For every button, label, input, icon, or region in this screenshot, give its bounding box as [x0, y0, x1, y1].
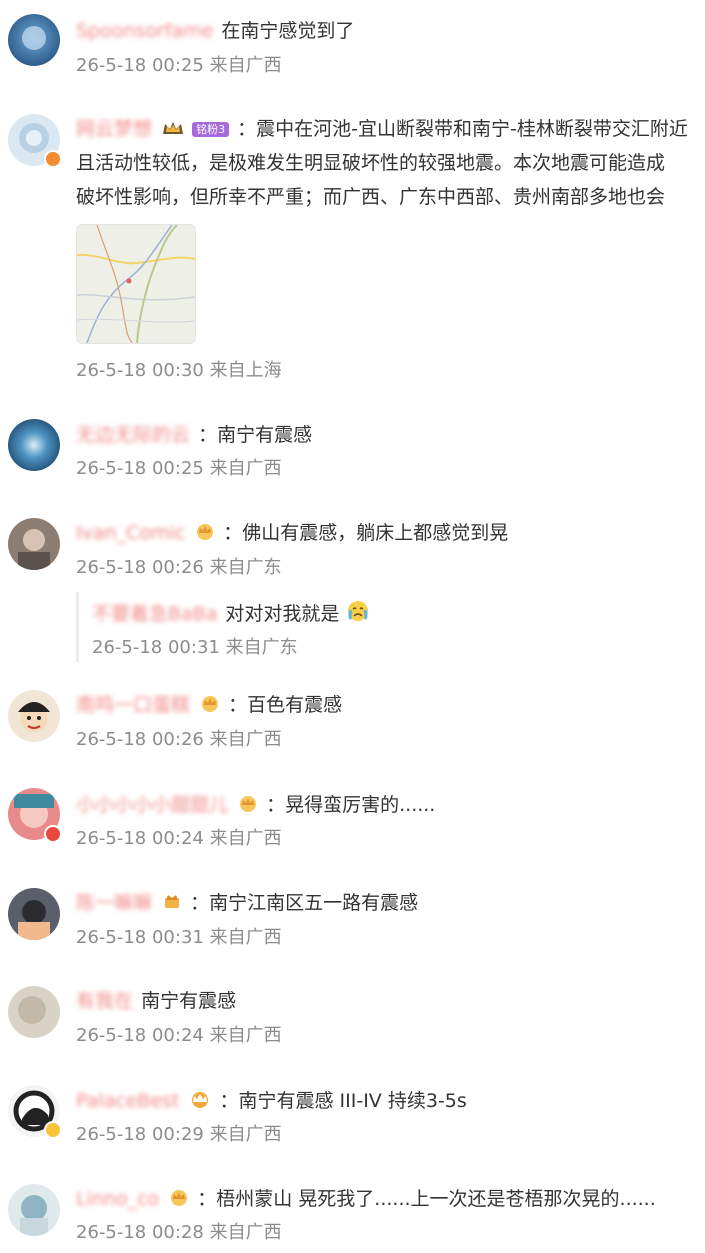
username[interactable]: 网云梦想	[76, 116, 152, 142]
comment-meta: 26-5-18 00:29 来自广西	[76, 1123, 282, 1147]
reply-username[interactable]: 不要着急BaBa	[92, 601, 217, 627]
comment-line: PalaceBest ：南宁有震感 III-IV 持续3-5s	[76, 1088, 467, 1115]
comment-meta: 26-5-18 00:30 来自上海	[76, 359, 282, 383]
comment-line: 有我在 南宁有震感	[76, 988, 236, 1014]
timestamp: 26-5-18 00:31	[92, 637, 220, 658]
comment-text: ：南宁有震感 III-IV 持续3-5s	[219, 1090, 467, 1112]
location: 来自广西	[209, 458, 282, 479]
username[interactable]: Ivan_Comic	[76, 520, 185, 546]
fan-badge: 铭粉3	[192, 122, 230, 137]
comment-line: 陈一嘛嘛 ：南宁江南区五一路有震感	[76, 890, 418, 917]
username[interactable]: PalaceBest	[76, 1088, 179, 1114]
reply-line: 不要着急BaBa 对对对我就是	[92, 600, 371, 629]
verified-badge-icon	[44, 150, 62, 168]
comment-text: 南宁有震感	[141, 990, 237, 1012]
avatar[interactable]	[8, 518, 60, 570]
comment-text: ：南宁江南区五一路有震感	[190, 892, 419, 914]
timestamp: 26-5-18 00:30	[76, 360, 204, 381]
username[interactable]: Spoonsorfame	[76, 18, 213, 44]
reply-text: 对对对我就是	[225, 603, 340, 625]
comment-text: ：震中在河池-宜山断裂带和南宁-桂林断裂带交汇附近	[237, 118, 688, 140]
crown-icon	[169, 1187, 189, 1213]
location: 来自广东	[209, 557, 282, 578]
comment-text-continued: 且活动性较低，是极难发生明显破坏性的较强地震。本次地震可能造成	[76, 152, 666, 174]
comment-meta: 26-5-18 00:25 来自广西	[76, 54, 282, 78]
username[interactable]: 有我在	[76, 988, 133, 1014]
avatar[interactable]	[8, 1184, 60, 1236]
comment-meta: 26-5-18 00:26 来自广东	[76, 556, 282, 580]
location: 来自广西	[209, 1222, 282, 1243]
timestamp: 26-5-18 00:24	[76, 828, 204, 849]
comment-meta: 26-5-18 00:24 来自广西	[76, 1024, 282, 1048]
comment-meta: 26-5-18 00:26 来自广西	[76, 728, 282, 752]
location: 来自广西	[209, 1124, 282, 1145]
comment-line: Linno_co ：梧州蒙山 晃死我了......上一次还是苍梧那次晃的....…	[76, 1186, 656, 1213]
avatar[interactable]	[8, 419, 60, 471]
avatar[interactable]	[8, 986, 60, 1038]
reply-meta: 26-5-18 00:31 来自广东	[92, 636, 298, 660]
username[interactable]: 小小小小小甜甜儿	[76, 792, 228, 818]
comment-line: 网云梦想 铭粉3 ：震中在河池-宜山断裂带和南宁-桂林断裂带交汇附近	[76, 116, 688, 143]
timestamp: 26-5-18 00:25	[76, 458, 204, 479]
location: 来自广东	[225, 637, 298, 658]
timestamp: 26-5-18 00:29	[76, 1124, 204, 1145]
comment-line: 无边无际的云 ：南宁有震感	[76, 422, 312, 448]
username[interactable]: 无边无际的云	[76, 422, 190, 448]
timestamp: 26-5-18 00:25	[76, 55, 204, 76]
location: 来自广西	[209, 1025, 282, 1046]
map-image-thumbnail[interactable]	[76, 224, 196, 344]
crown-icon	[195, 521, 215, 547]
crown-icon	[200, 693, 220, 719]
comment-line: Spoonsorfame 在南宁感觉到了	[76, 18, 354, 44]
verified-badge-icon	[44, 1121, 62, 1139]
crown-icon	[162, 117, 184, 143]
location: 来自上海	[209, 360, 282, 381]
timestamp: 26-5-18 00:24	[76, 1025, 204, 1046]
location: 来自广西	[209, 729, 282, 750]
username[interactable]: 陈一嘛嘛	[76, 890, 152, 916]
location: 来自广西	[209, 828, 282, 849]
comment-meta: 26-5-18 00:25 来自广西	[76, 457, 282, 481]
comment-line: 小小小小小甜甜儿 ：晃得蛮厉害的......	[76, 792, 435, 819]
comment-text: 在南宁感觉到了	[221, 20, 355, 42]
comment-text: ：南宁有震感	[198, 424, 313, 446]
comment-line: 南鸣一口蛋糕 ：百色有震感	[76, 692, 342, 719]
username[interactable]: Linno_co	[76, 1186, 159, 1212]
crown-icon	[189, 1089, 211, 1115]
comment-text-continued: 破坏性影响，但所幸不严重；而广西、广东中西部、贵州南部多地也会	[76, 186, 666, 208]
avatar[interactable]	[8, 690, 60, 742]
username[interactable]: 南鸣一口蛋糕	[76, 692, 190, 718]
crown-icon	[238, 793, 258, 819]
comment-meta: 26-5-18 00:24 来自广西	[76, 827, 282, 851]
comment-meta: 26-5-18 00:28 来自广西	[76, 1221, 282, 1245]
comment-text: ：梧州蒙山 晃死我了......上一次还是苍梧那次晃的......	[197, 1188, 656, 1210]
timestamp: 26-5-18 00:28	[76, 1222, 204, 1243]
timestamp: 26-5-18 00:26	[76, 729, 204, 750]
comment-text: ：佛山有震感，躺床上都感觉到晃	[223, 522, 509, 544]
comment-meta: 26-5-18 00:31 来自广西	[76, 926, 282, 950]
verified-badge-icon	[44, 825, 62, 843]
crown-icon	[162, 891, 182, 917]
location: 来自广西	[209, 55, 282, 76]
timestamp: 26-5-18 00:31	[76, 927, 204, 948]
timestamp: 26-5-18 00:26	[76, 557, 204, 578]
crying-face-emoji	[347, 600, 369, 629]
comment-line: Ivan_Comic ：佛山有震感，躺床上都感觉到晃	[76, 520, 508, 547]
reply-divider	[76, 592, 79, 662]
comment-text: ：百色有震感	[228, 694, 343, 716]
avatar[interactable]	[8, 14, 60, 66]
comment-text: ：晃得蛮厉害的......	[266, 794, 436, 816]
avatar[interactable]	[8, 888, 60, 940]
location: 来自广西	[209, 927, 282, 948]
